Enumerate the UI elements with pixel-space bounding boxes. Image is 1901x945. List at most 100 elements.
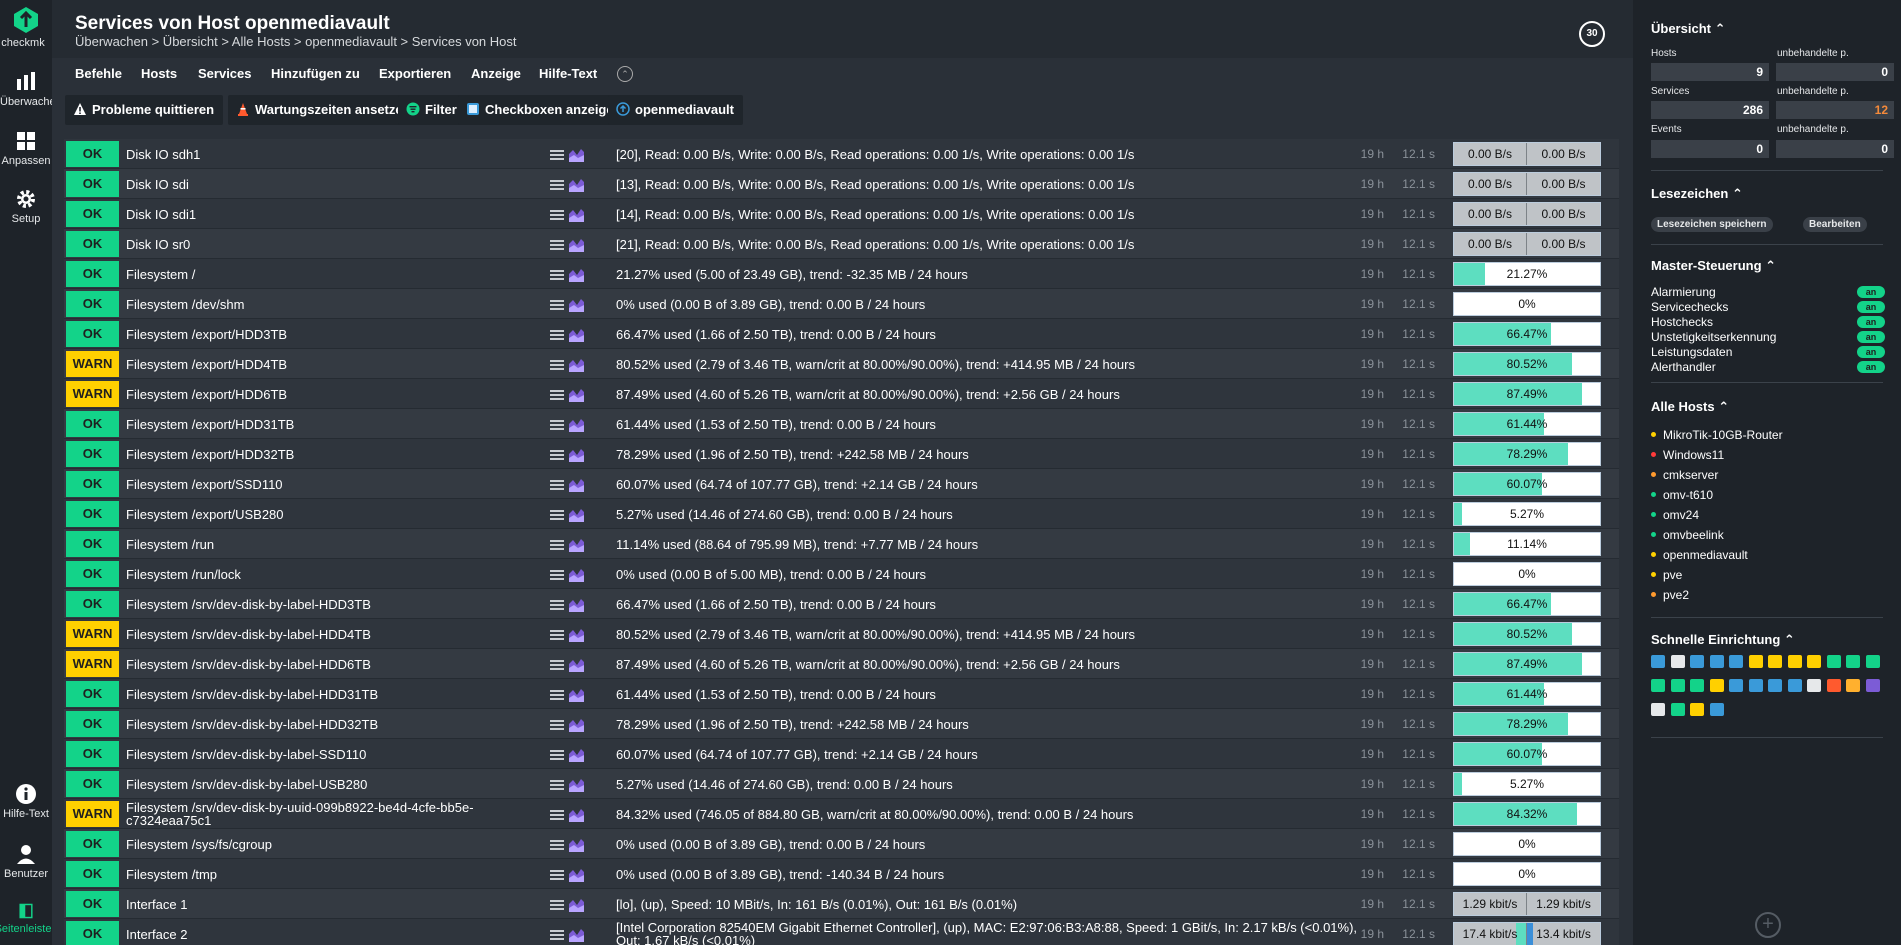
menu-anzeige[interactable]: Anzeige [471,66,521,81]
perfometer[interactable]: 0.00 B/s 0.00 B/s [1453,172,1601,196]
perfometer[interactable]: 0% [1453,292,1601,316]
table-row[interactable]: OK Filesystem /srv/dev-disk-by-label-HDD3… [64,589,1619,619]
table-row[interactable]: OK Filesystem /export/HDD32TB 78.29% used … [64,439,1619,469]
graph-icon[interactable] [568,627,585,643]
menu-icon[interactable] [549,837,565,853]
table-row[interactable]: OK Filesystem /export/HDD31TB 61.44% used … [64,409,1619,439]
downtime-button[interactable]: Wartungszeiten ansetzen [228,95,420,125]
menu-icon[interactable] [549,267,565,283]
service-name[interactable]: Filesystem /run [126,529,476,559]
quicksetup-item-icon[interactable] [1826,679,1841,692]
graph-icon[interactable] [568,417,585,433]
service-name[interactable]: Filesystem /sys/fs/cgroup [126,829,476,859]
perfometer[interactable]: 21.27% [1453,262,1601,286]
table-row[interactable]: OK Interface 1 [lo], (up), Speed: 10 MBit/… [64,889,1619,919]
graph-icon[interactable] [568,597,585,613]
graph-icon[interactable] [568,657,585,673]
quicksetup-item-icon[interactable] [1651,655,1665,668]
graph-icon[interactable] [568,357,585,373]
table-row[interactable]: OK Filesystem /srv/dev-disk-by-label-SSD1… [64,739,1619,769]
quicksetup-item-icon[interactable] [1690,655,1704,668]
graph-icon[interactable] [568,897,585,913]
menu-icon[interactable] [549,657,565,673]
service-name[interactable]: Filesystem /srv/dev-disk-by-label-HDD4TB [126,619,476,649]
graph-icon[interactable] [568,777,585,793]
table-row[interactable]: OK Disk IO sdi1 [14], Read: 0.00 B/s, Writ… [64,199,1619,229]
table-row[interactable]: OK Filesystem /export/HDD3TB 66.47% used (… [64,319,1619,349]
hosts-unhandled-count[interactable]: 0 [1776,63,1894,81]
master-control-title[interactable]: Master-Steuerung ⌃ [1651,258,1776,274]
graph-icon[interactable] [568,147,585,163]
menu-icon[interactable] [549,297,565,313]
service-name[interactable]: Filesystem /tmp [126,859,476,889]
nav-benutzer[interactable]: Benutzer [0,843,52,880]
service-name[interactable]: Filesystem /run/lock [126,559,476,589]
service-name[interactable]: Filesystem /export/HDD31TB [126,409,476,439]
table-row[interactable]: OK Filesystem /srv/dev-disk-by-label-HDD3… [64,679,1619,709]
edit-bookmarks-button[interactable]: Bearbeiten [1803,217,1867,232]
perfometer[interactable]: 80.52% [1453,622,1601,646]
menu-icon[interactable] [549,447,565,463]
acknowledge-button[interactable]: Probleme quittieren [65,95,224,125]
perfometer[interactable]: 60.07% [1453,742,1601,766]
table-row[interactable]: OK Filesystem /export/USB280 5.27% used (1… [64,499,1619,529]
service-name[interactable]: Disk IO sr0 [126,229,476,259]
service-name[interactable]: Filesystem /srv/dev-disk-by-label-HDD3TB [126,589,476,619]
graph-icon[interactable] [568,747,585,763]
service-name[interactable]: Filesystem /srv/dev-disk-by-label-HDD32T… [126,709,476,739]
perfometer[interactable]: 66.47% [1453,322,1601,346]
hosts-count[interactable]: 9 [1651,63,1769,81]
host-link[interactable]: pve2 [1651,588,1689,602]
service-name[interactable]: Disk IO sdh1 [126,139,476,169]
perfometer[interactable]: 61.44% [1453,412,1601,436]
perfometer[interactable]: 87.49% [1453,382,1601,406]
table-row[interactable]: OK Filesystem /export/SSD110 60.07% used (… [64,469,1619,499]
graph-icon[interactable] [568,567,585,583]
service-name[interactable]: Filesystem / [126,259,476,289]
menu-icon[interactable] [549,237,565,253]
events-count[interactable]: 0 [1651,140,1769,158]
menu-hosts[interactable]: Hosts [141,66,177,81]
table-row[interactable]: OK Filesystem /srv/dev-disk-by-label-USB2… [64,769,1619,799]
perfometer[interactable]: 0.00 B/s 0.00 B/s [1453,142,1601,166]
nav-hilfe[interactable]: Hilfe-Text [0,783,52,820]
show-checkboxes-button[interactable]: Checkboxen anzeigen [458,95,631,125]
service-name[interactable]: Disk IO sdi1 [126,199,476,229]
add-snapin-button[interactable]: + [1755,912,1781,938]
save-bookmark-button[interactable]: Lesezeichen speichern [1651,217,1773,232]
host-link[interactable]: omv-t610 [1651,488,1713,502]
quicksetup-item-icon[interactable] [1865,679,1880,692]
service-name[interactable]: Filesystem /srv/dev-disk-by-label-USB280 [126,769,476,799]
quicksetup-item-icon[interactable] [1709,679,1724,692]
perfometer[interactable]: 61.44% [1453,682,1601,706]
perfometer[interactable]: 5.27% [1453,502,1601,526]
service-name[interactable]: Filesystem /srv/dev-disk-by-label-HDD31T… [126,679,476,709]
host-link[interactable]: omvbeelink [1651,528,1724,542]
table-row[interactable]: OK Filesystem /dev/shm 0% used (0.00 B of … [64,289,1619,319]
graph-icon[interactable] [568,507,585,523]
quicksetup-item-icon[interactable] [1709,703,1724,716]
perfometer[interactable]: 0% [1453,562,1601,586]
service-name[interactable]: Filesystem /dev/shm [126,289,476,319]
graph-icon[interactable] [568,807,585,823]
services-unhandled-count[interactable]: 12 [1776,101,1894,119]
graph-icon[interactable] [568,867,585,883]
collapse-menu-icon[interactable]: ⌃ [617,66,633,82]
table-row[interactable]: WARN Filesystem /srv/dev-disk-by-uuid-099… [64,799,1619,829]
menu-icon[interactable] [549,177,565,193]
quicksetup-item-icon[interactable] [1729,655,1743,668]
graph-icon[interactable] [568,717,585,733]
checkmk-logo[interactable]: checkmk [0,6,52,49]
quicksetup-item-icon[interactable] [1651,703,1665,716]
menu-icon[interactable] [549,597,565,613]
menu-icon[interactable] [549,147,565,163]
table-row[interactable]: OK Disk IO sr0 [21], Read: 0.00 B/s, Write… [64,229,1619,259]
menu-icon[interactable] [549,327,565,343]
service-name[interactable]: Filesystem /export/HDD6TB [126,379,476,409]
nav-ueberwachen[interactable]: Überwachen [0,71,62,108]
graph-icon[interactable] [568,177,585,193]
menu-icon[interactable] [549,807,565,823]
service-name[interactable]: Filesystem /export/SSD110 [126,469,476,499]
perfometer[interactable]: 0.00 B/s 0.00 B/s [1453,232,1601,256]
graph-icon[interactable] [568,537,585,553]
